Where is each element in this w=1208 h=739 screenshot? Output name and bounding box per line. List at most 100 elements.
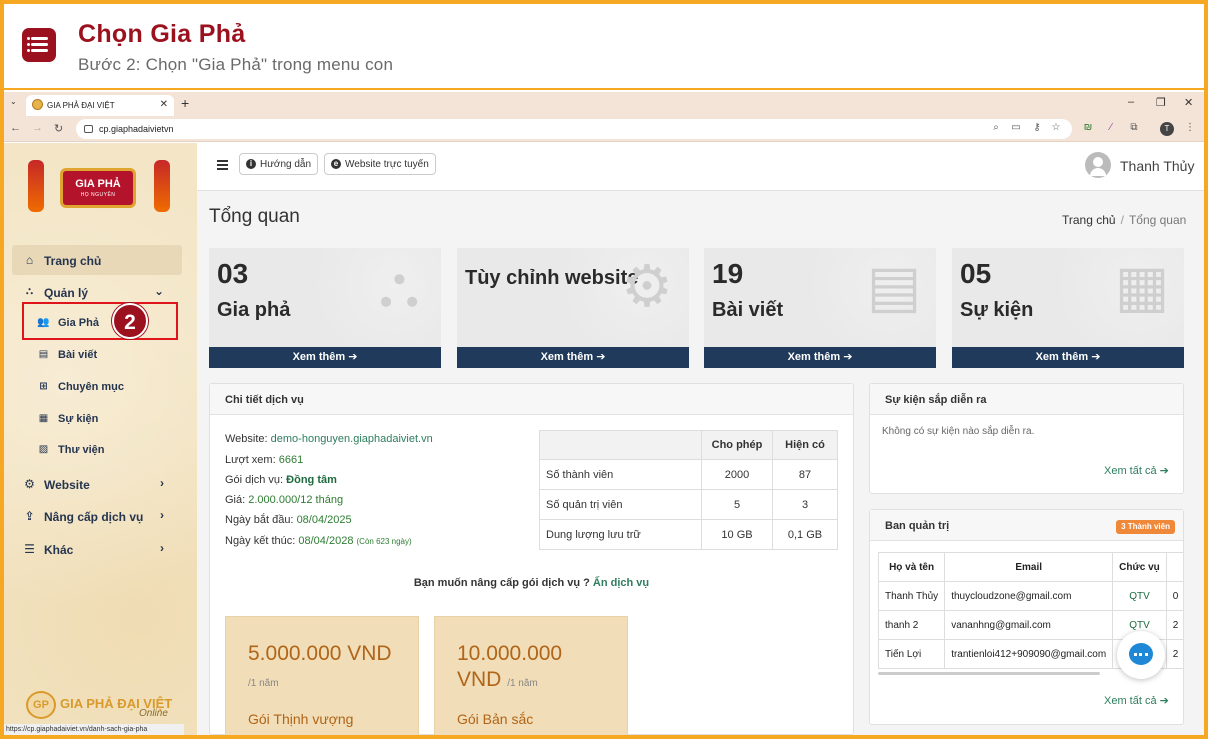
table-header <box>539 430 702 460</box>
plan-card[interactable]: 10.000.000 VND /1 năm Gói Bản sắc <box>434 616 628 739</box>
see-more-button[interactable]: Xem thêm ➔ <box>457 347 689 368</box>
lantern-icon <box>154 160 170 212</box>
panel-title: Chi tiết dịch vụ <box>210 384 853 415</box>
table-header: Họ và tên <box>877 552 946 582</box>
browser-tab[interactable]: GIA PHẢ ĐẠI VIỆT ✕ <box>26 95 174 116</box>
lantern-icon <box>28 160 44 212</box>
table-scrollbar[interactable] <box>878 672 1100 675</box>
sidebar-item-label: Website <box>44 478 90 492</box>
zoom-icon[interactable]: ⌕ <box>990 122 1002 134</box>
website-online-button[interactable]: e Website trực tuyến <box>324 153 436 175</box>
plan-card[interactable]: 5.000.000 VND/1 năm Gói Thịnh vượng <box>225 616 419 739</box>
table-cell: Số quản trị viên <box>539 489 702 520</box>
sidebar-subitem-thu-vien[interactable]: ▨ Thư viện <box>34 436 174 464</box>
new-tab-icon[interactable]: + <box>181 95 189 111</box>
see-more-button[interactable]: Xem thêm ➔ <box>952 347 1184 368</box>
admin-name: thanh 2 <box>877 610 946 640</box>
user-name[interactable]: Thanh Thủy <box>1120 158 1194 174</box>
admins-see-all-link[interactable]: Xem tất cả ➔ <box>1104 694 1169 707</box>
price-value: 2.000.000/12 tháng <box>248 494 344 506</box>
breadcrumb-home[interactable]: Trang chủ <box>1062 213 1116 227</box>
sidebar-item-website[interactable]: ⚙ Website › <box>12 469 182 499</box>
info-label: Ngày bắt đầu: <box>225 514 294 526</box>
pen-extension-icon[interactable]: ⁄ <box>1105 122 1117 134</box>
see-more-button[interactable]: Xem thêm ➔ <box>209 347 441 368</box>
see-more-label: Xem thêm <box>787 351 841 363</box>
table-cell: 5 <box>701 489 773 520</box>
sidebar-subitem-label: Sự kiện <box>58 413 99 425</box>
breadcrumb-current: Tổng quan <box>1128 213 1187 227</box>
footer-logo: GP GIA PHẢ ĐẠI VIỆT Online <box>26 691 186 721</box>
logo-subtitle: HỌ NGUYỄN <box>80 192 116 198</box>
minimize-icon[interactable]: – <box>1128 96 1134 108</box>
url-field[interactable]: cp.giaphadaivietvn <box>76 119 1072 139</box>
plan-name: Gói Bản sắc <box>457 711 534 727</box>
plan-price-currency: VND <box>457 668 502 691</box>
events-see-all-link[interactable]: Xem tất cả ➔ <box>1104 464 1169 477</box>
website-link[interactable]: demo-honguyen.giaphadaiviet.vn <box>271 433 433 445</box>
top-header: i Hướng dẫn e Website trực tuyến Thanh T… <box>197 143 1204 191</box>
sidebar-subitem-su-kien[interactable]: ▦ Sự kiện <box>34 405 174 433</box>
profile-avatar[interactable]: T <box>1160 122 1174 136</box>
info-label: Giá: <box>225 494 246 506</box>
browser-menu-icon[interactable]: ⋮ <box>1184 122 1196 134</box>
sidebar-item-other[interactable]: ☰ Khác › <box>12 534 182 564</box>
table-row: Dung lượng lưu trữ 10 GB 0,1 GB <box>539 519 838 550</box>
user-avatar[interactable] <box>1085 152 1111 178</box>
sidebar-subitem-label: Thư viện <box>58 444 105 456</box>
chat-support-button[interactable] <box>1117 631 1165 679</box>
table-row: Số quản trị viên 5 3 <box>539 489 838 520</box>
images-icon: ▨ <box>38 444 49 455</box>
tab-list-icon[interactable]: ⌄ <box>10 97 17 106</box>
see-more-button[interactable]: Xem thêm ➔ <box>704 347 936 368</box>
plan-price: 10.000.000 VND /1 năm <box>457 641 562 697</box>
sidebar-subitem-bai-viet[interactable]: ▤ Bài viết <box>34 341 174 369</box>
admin-email: trantienloi412+909090@gmail.com <box>944 639 1114 669</box>
back-icon[interactable]: ← <box>10 122 21 134</box>
forward-icon[interactable]: → <box>32 122 43 134</box>
gp-logo-icon: GP <box>26 691 56 719</box>
extension-icon[interactable]: ₪ <box>1082 122 1094 134</box>
price-row: Giá: 2.000.000/12 tháng <box>225 494 343 506</box>
sidebar-subitem-chuyen-muc[interactable]: ⊞ Chuyên mục <box>34 373 174 401</box>
upcoming-events-panel: Sự kiện sắp diễn ra Không có sự kiện nào… <box>869 383 1184 494</box>
extensions-puzzle-icon[interactable]: ⧉ <box>1128 122 1140 134</box>
table-header: Chức vụ <box>1112 552 1167 582</box>
site-info-icon[interactable] <box>84 125 93 133</box>
package-value: Đồng tâm <box>286 474 337 486</box>
browser-tabstrip: ⌄ GIA PHẢ ĐẠI VIỆT ✕ + – ❐ ✕ <box>4 92 1204 116</box>
views-value: 6661 <box>278 454 304 466</box>
table-header <box>1165 552 1183 582</box>
remaining-days: (Còn 623 ngày) <box>356 537 412 546</box>
url-text: cp.giaphadaivietvn <box>99 124 174 134</box>
close-tab-icon[interactable]: ✕ <box>160 99 168 110</box>
footer-logo-online: Online <box>139 708 168 719</box>
sitemap-icon: ⛬ <box>378 254 420 319</box>
password-key-icon[interactable]: ⚷ <box>1031 122 1043 134</box>
info-label: Gói dịch vụ: <box>225 474 284 486</box>
calendar-icon: ▦ <box>38 413 49 424</box>
service-details-panel: Chi tiết dịch vụ Website: demo-honguyen.… <box>209 383 854 739</box>
restore-icon[interactable]: ❐ <box>1156 96 1166 109</box>
upgrade-link[interactable]: Ấn dịch vụ <box>593 577 649 589</box>
table-header: Hiện có <box>772 430 838 460</box>
end-date-row: Ngày kết thúc: 08/04/2028 (Còn 623 ngày) <box>225 535 412 547</box>
stat-label: Tùy chỉnh website <box>465 267 639 289</box>
cast-icon[interactable]: ▭ <box>1010 122 1022 134</box>
reload-icon[interactable]: ↻ <box>54 122 63 135</box>
events-empty-text: Không có sự kiện nào sắp diễn ra. <box>882 426 1035 437</box>
admin-email: thuycloudzone@gmail.com <box>944 581 1114 611</box>
menu-toggle-icon[interactable] <box>217 160 228 170</box>
table-cell: 2000 <box>701 459 773 490</box>
guide-button[interactable]: i Hướng dẫn <box>239 153 319 175</box>
bookmark-star-icon[interactable]: ☆ <box>1050 122 1062 134</box>
chevron-right-icon: › <box>160 508 164 522</box>
tab-title: GIA PHẢ ĐẠI VIỆT <box>47 101 115 110</box>
table-cell: 10 GB <box>701 519 773 550</box>
sidebar-item-home[interactable]: ⌂ Trang chủ <box>12 245 182 275</box>
site-logo[interactable]: GIA PHẢ HỌ NGUYỄN <box>12 152 184 222</box>
sidebar-item-upgrade[interactable]: ⇪ Nâng cấp dịch vụ › <box>12 501 182 531</box>
plan-price-value: 10.000.000 <box>457 642 563 665</box>
close-window-icon[interactable]: ✕ <box>1184 96 1193 109</box>
sidebar-item-label: Quản lý <box>44 286 89 300</box>
